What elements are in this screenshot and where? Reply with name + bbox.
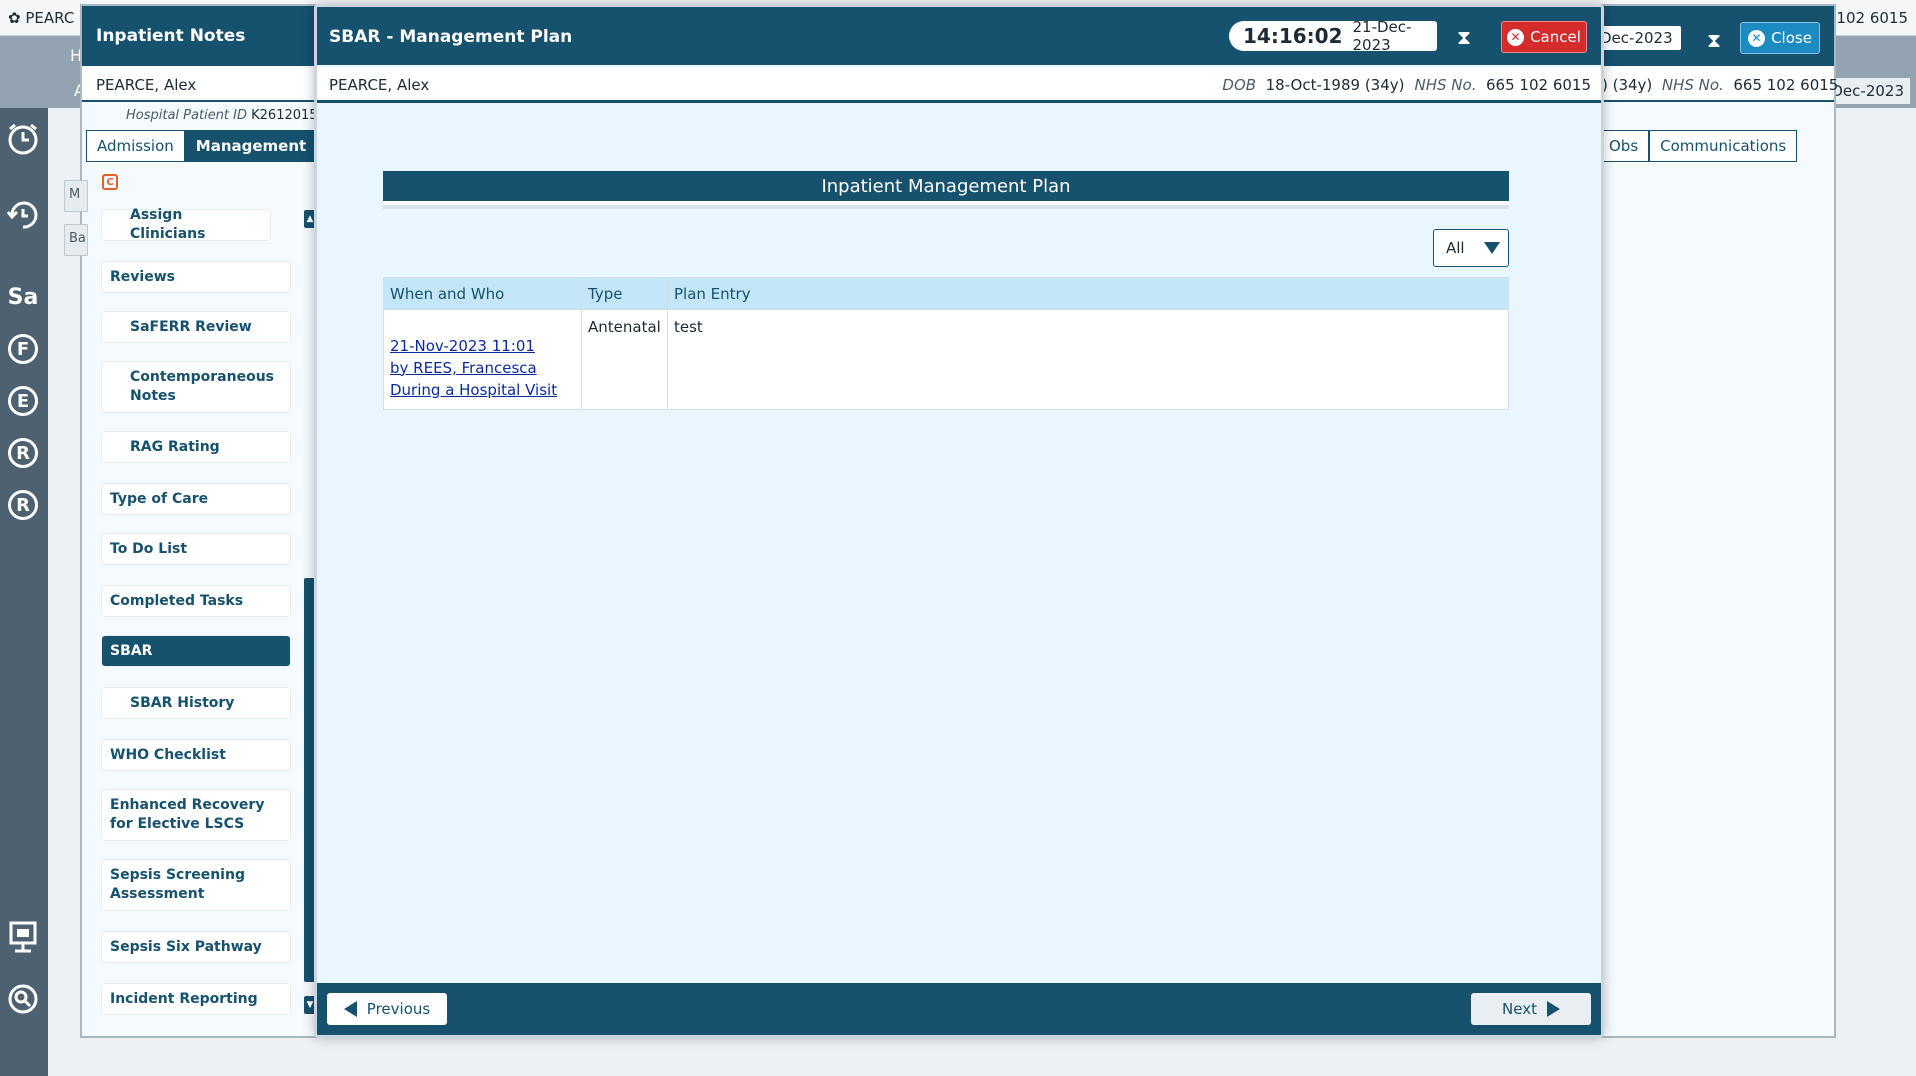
chevron-down-icon <box>1484 242 1500 254</box>
clock-box: 14:16:02 21-Dec-2023 <box>1229 18 1437 54</box>
notes-tabs: Admission Management R <box>86 130 350 162</box>
sidebar-item-saferr-review[interactable]: SaFERR Review <box>102 312 290 342</box>
sidebar-item-sbar-history[interactable]: SBAR History <box>102 688 290 718</box>
left-rail: Sa F E R R <box>0 108 48 1076</box>
filter-icon[interactable]: ⧗ <box>1457 25 1471 49</box>
column-header-when-and-who: When and Who <box>383 277 582 310</box>
close-button[interactable]: ✕ Close <box>1740 22 1820 54</box>
dob-value: 18-Oct-1989 (34y) <box>1265 76 1405 94</box>
modal-header: SBAR - Management Plan 14:16:02 21-Dec-2… <box>317 7 1601 65</box>
close-button-label: Close <box>1771 29 1812 47</box>
sidebar-item-to-do-list[interactable]: To Do List <box>102 534 290 564</box>
notes-date: Dec-2023 <box>1592 26 1681 50</box>
rail-item-e[interactable]: E <box>8 386 38 416</box>
notes-title: Inpatient Notes <box>96 26 246 46</box>
expand-row-icon[interactable] <box>388 319 402 337</box>
tab-obs[interactable]: Obs <box>1598 130 1650 162</box>
plan-title: Inpatient Management Plan <box>383 171 1509 205</box>
plan-filter-value: All <box>1446 239 1465 257</box>
rail-item-f[interactable]: F <box>8 334 38 364</box>
sbar-management-plan-dialog: SBAR - Management Plan 14:16:02 21-Dec-2… <box>314 4 1604 1038</box>
clock-time: 14:16:02 <box>1243 24 1343 48</box>
app-brand-text: PEARC <box>25 9 75 27</box>
app-logo-icon: ✿ <box>8 9 21 27</box>
modal-patient-name: PEARCE, Alex <box>329 76 430 94</box>
sidebar-item-incident-reporting[interactable]: Incident Reporting <box>102 984 290 1014</box>
sidebar-item-enhanced-recovery[interactable]: Enhanced Recovery for Elective LSCS <box>102 790 290 840</box>
notes-age-partial: ) (34y) <box>1602 76 1653 94</box>
table-row: 21-Nov-2023 11:01 by REES, Francesca Durin… <box>383 308 1509 411</box>
clock-date: 21-Dec-2023 <box>1352 18 1412 54</box>
hospital-id-label: Hospital Patient ID <box>126 108 247 123</box>
rail-item-r2[interactable]: R <box>8 490 38 520</box>
notes-tabs-right: Obs Communications <box>1598 130 1798 162</box>
next-button[interactable]: Next <box>1471 993 1591 1025</box>
nhs-value: 665 102 6015 <box>1486 76 1591 94</box>
previous-button-label: Previous <box>366 1000 431 1018</box>
notes-demographics: ) (34y) NHS No. 665 102 6015 <box>1602 76 1838 94</box>
when-line-2: by REES, Francesca <box>390 358 537 377</box>
filter-icon[interactable]: ⧗ <box>1707 28 1721 52</box>
rail-item-r1[interactable]: R <box>8 438 38 468</box>
arrow-left-icon <box>343 1001 357 1017</box>
sidebar-item-contemporaneous-notes[interactable]: Contemporaneous Notes <box>102 362 290 412</box>
c-badge-icon[interactable]: C <box>102 174 118 190</box>
nhs-label: NHS No. <box>1414 76 1477 94</box>
modal-demographics: DOB 18-Oct-1989 (34y) NHS No. 665 102 601… <box>1212 76 1591 94</box>
hospital-patient-id: Hospital Patient ID K261201561 <box>126 108 334 123</box>
bg-box-ba[interactable]: Ba <box>64 224 88 256</box>
clock-history-icon[interactable] <box>4 196 42 234</box>
sidebar-item-sbar[interactable]: SBAR <box>102 636 290 666</box>
dob-label: DOB <box>1222 76 1257 94</box>
sidebar-item-sepsis-six[interactable]: Sepsis Six Pathway <box>102 932 290 962</box>
when-line-1: 21-Nov-2023 11:01 <box>390 337 535 355</box>
previous-button[interactable]: Previous <box>327 993 447 1025</box>
cell-plan-entry: test <box>667 308 1509 411</box>
sidebar-item-reviews[interactable]: Reviews <box>102 262 290 292</box>
sidebar-item-completed-tasks[interactable]: Completed Tasks <box>102 586 290 616</box>
sidebar-item-who-checklist[interactable]: WHO Checklist <box>102 740 290 770</box>
arrow-right-icon <box>1546 1001 1560 1017</box>
plan-filter-select[interactable]: All <box>1433 229 1509 267</box>
cancel-button[interactable]: ✕ Cancel <box>1501 21 1587 53</box>
plan-table-header-row: When and Who Type Plan Entry <box>383 277 1509 310</box>
notes-patient-name: PEARCE, Alex <box>96 76 197 94</box>
presentation-icon[interactable] <box>4 918 42 956</box>
app-brand: ✿ PEARC <box>8 9 74 27</box>
modal-title: SBAR - Management Plan <box>329 27 573 47</box>
modal-patient-row: PEARCE, Alex DOB 18-Oct-1989 (34y) NHS No… <box>317 67 1601 103</box>
notes-nhs-value: 665 102 6015 <box>1733 76 1839 94</box>
cell-type: Antenatal <box>581 308 668 411</box>
column-header-type: Type <box>581 277 668 310</box>
when-line-3: During a Hospital Visit <box>390 380 558 399</box>
rail-item-sa[interactable]: Sa <box>4 278 42 316</box>
sidebar-item-sepsis-screening[interactable]: Sepsis Screening Assessment <box>102 860 290 910</box>
tab-communications[interactable]: Communications <box>1649 130 1798 162</box>
notes-nhs-label: NHS No. <box>1661 76 1724 94</box>
next-button-label: Next <box>1502 1000 1537 1018</box>
tab-admission[interactable]: Admission <box>86 130 185 162</box>
cell-when-and-who: 21-Nov-2023 11:01 by REES, Francesca Durin… <box>383 308 582 411</box>
sidebar-item-assign-clinicians[interactable]: Assign Clinicians <box>102 207 270 242</box>
modal-footer: Previous Next <box>317 983 1601 1035</box>
bg-box-m[interactable]: M <box>64 180 88 212</box>
plan-table: When and Who Type Plan Entry 21-Nov-2023… <box>383 277 1509 411</box>
cancel-icon: ✕ <box>1507 28 1525 46</box>
cancel-button-label: Cancel <box>1530 28 1581 46</box>
search-icon[interactable] <box>4 980 42 1018</box>
sidebar-item-rag-rating[interactable]: RAG Rating <box>102 432 290 462</box>
column-header-plan-entry: Plan Entry <box>667 277 1509 310</box>
tab-management[interactable]: Management <box>184 130 318 162</box>
close-icon: ✕ <box>1748 29 1766 47</box>
sidebar-item-type-of-care[interactable]: Type of Care <box>102 484 290 514</box>
alarm-clock-icon[interactable] <box>4 120 42 158</box>
plan-entry-link[interactable]: 21-Nov-2023 11:01 by REES, Francesca Durin… <box>390 336 557 401</box>
